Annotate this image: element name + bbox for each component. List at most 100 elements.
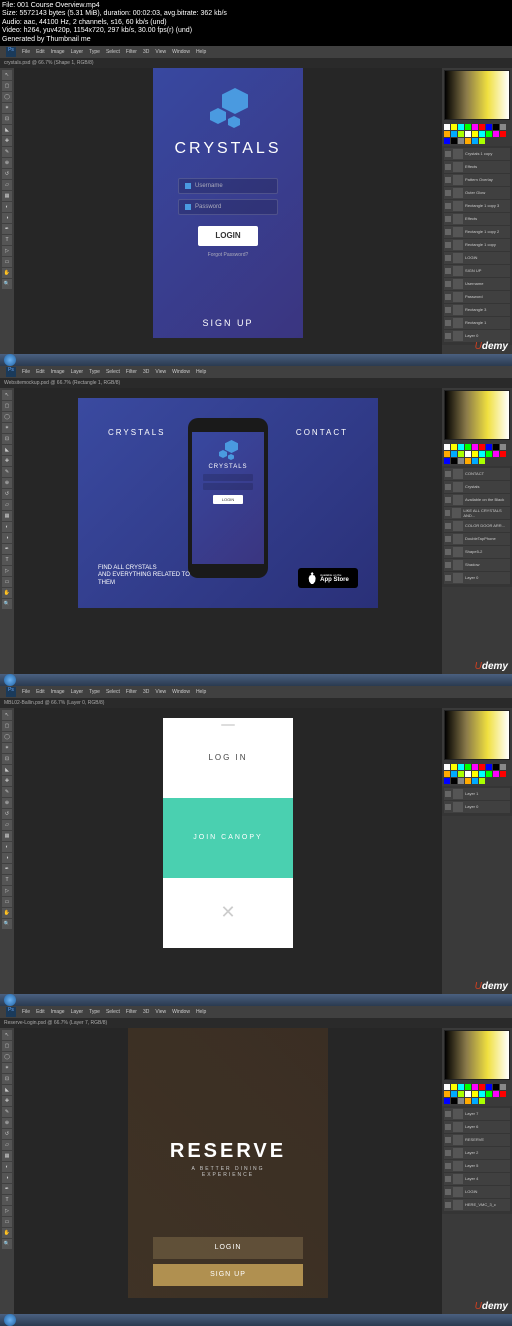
hand-tool-icon[interactable]: ✋ bbox=[2, 588, 12, 598]
menubar[interactable]: Ps FileEditImageLayerTypeSelectFilter3DV… bbox=[0, 1006, 512, 1018]
swatch-chip[interactable] bbox=[479, 771, 485, 777]
heal-tool-icon[interactable]: ✚ bbox=[2, 1096, 12, 1106]
swatch-chip[interactable] bbox=[493, 764, 499, 770]
swatch-chip[interactable] bbox=[465, 764, 471, 770]
swatch-chip[interactable] bbox=[472, 444, 478, 450]
menu-help[interactable]: Help bbox=[196, 689, 206, 695]
swatch-chip[interactable] bbox=[444, 1084, 450, 1090]
visibility-icon[interactable] bbox=[445, 791, 451, 797]
history-tool-icon[interactable]: ↺ bbox=[2, 489, 12, 499]
swatch-chip[interactable] bbox=[493, 124, 499, 130]
visibility-icon[interactable] bbox=[445, 333, 451, 339]
brush-tool-icon[interactable]: ✎ bbox=[2, 787, 12, 797]
menu-window[interactable]: Window bbox=[172, 369, 190, 375]
swatch-chip[interactable] bbox=[458, 764, 464, 770]
menu-file[interactable]: File bbox=[22, 689, 30, 695]
menu-window[interactable]: Window bbox=[172, 1009, 190, 1015]
menu-3d[interactable]: 3D bbox=[143, 689, 149, 695]
history-tool-icon[interactable]: ↺ bbox=[2, 809, 12, 819]
stamp-tool-icon[interactable]: ⊕ bbox=[2, 798, 12, 808]
gradient-tool-icon[interactable]: ▦ bbox=[2, 831, 12, 841]
swatch-chip[interactable] bbox=[458, 778, 464, 784]
eraser-tool-icon[interactable]: ▱ bbox=[2, 180, 12, 190]
menu-select[interactable]: Select bbox=[106, 689, 120, 695]
swatch-chip[interactable] bbox=[451, 771, 457, 777]
swatch-chip[interactable] bbox=[465, 451, 471, 457]
menu-filter[interactable]: Filter bbox=[126, 689, 137, 695]
visibility-icon[interactable] bbox=[445, 255, 451, 261]
swatch-chip[interactable] bbox=[479, 124, 485, 130]
menu-file[interactable]: File bbox=[22, 49, 30, 55]
menu-view[interactable]: View bbox=[155, 689, 166, 695]
visibility-icon[interactable] bbox=[445, 229, 451, 235]
menu-select[interactable]: Select bbox=[106, 49, 120, 55]
tool-palette[interactable]: ↖▢◯✶⊡◣✚✎⊕↺▱▦◐◑✒T▷▭✋🔍 bbox=[0, 708, 14, 994]
visibility-icon[interactable] bbox=[445, 1176, 451, 1182]
eyedropper-tool-icon[interactable]: ◣ bbox=[2, 765, 12, 775]
document-tab[interactable]: Reserve-Login.psd @ 66.7% (Layer 7, RGB/… bbox=[0, 1018, 512, 1028]
menu-filter[interactable]: Filter bbox=[126, 49, 137, 55]
path-tool-icon[interactable]: ▷ bbox=[2, 1206, 12, 1216]
canvas-area[interactable]: LOG IN JOIN CANOPY ✕ bbox=[14, 708, 442, 994]
lasso-tool-icon[interactable]: ◯ bbox=[2, 1052, 12, 1062]
shape-tool-icon[interactable]: ▭ bbox=[2, 897, 12, 907]
layer-row[interactable]: Rectangle 1 copy bbox=[444, 239, 510, 251]
shape-tool-icon[interactable]: ▭ bbox=[2, 257, 12, 267]
stamp-tool-icon[interactable]: ⊕ bbox=[2, 478, 12, 488]
swatch-chip[interactable] bbox=[444, 451, 450, 457]
swatch-chip[interactable] bbox=[465, 124, 471, 130]
layers-panel[interactable]: Crystals 1 copyEffectsPattern OverlayOut… bbox=[442, 146, 512, 345]
swatch-chip[interactable] bbox=[472, 124, 478, 130]
login-button[interactable]: LOGIN bbox=[198, 226, 258, 246]
close-icon[interactable]: ✕ bbox=[220, 902, 235, 923]
visibility-icon[interactable] bbox=[445, 510, 450, 516]
layer-row[interactable]: Effects bbox=[444, 213, 510, 225]
swatch-chip[interactable] bbox=[493, 1091, 499, 1097]
stamp-tool-icon[interactable]: ⊕ bbox=[2, 1118, 12, 1128]
menu-help[interactable]: Help bbox=[196, 369, 206, 375]
swatch-chip[interactable] bbox=[444, 131, 450, 137]
layer-row[interactable]: LOGIN bbox=[444, 252, 510, 264]
swatch-chip[interactable] bbox=[479, 764, 485, 770]
layer-row[interactable]: Password bbox=[444, 291, 510, 303]
document-tab[interactable]: MBL02-Ballin.psd @ 66.7% (Layer 0, RGB/8… bbox=[0, 698, 512, 708]
menu-filter[interactable]: Filter bbox=[126, 1009, 137, 1015]
menubar[interactable]: Ps FileEditImageLayerTypeSelectFilter3DV… bbox=[0, 686, 512, 698]
layers-panel[interactable]: Layer 1Layer 0 bbox=[442, 786, 512, 816]
layer-row[interactable]: Layer 1 bbox=[444, 788, 510, 800]
menu-select[interactable]: Select bbox=[106, 1009, 120, 1015]
menu-type[interactable]: Type bbox=[89, 49, 100, 55]
swatch-chip[interactable] bbox=[500, 771, 506, 777]
crop-tool-icon[interactable]: ⊡ bbox=[2, 1074, 12, 1084]
forgot-password-link[interactable]: Forgot Password? bbox=[208, 252, 249, 258]
swatch-chip[interactable] bbox=[486, 444, 492, 450]
zoom-tool-icon[interactable]: 🔍 bbox=[2, 1239, 12, 1249]
swatch-chip[interactable] bbox=[500, 764, 506, 770]
swatch-chip[interactable] bbox=[493, 771, 499, 777]
marquee-tool-icon[interactable]: ▢ bbox=[2, 81, 12, 91]
swatch-chip[interactable] bbox=[472, 1084, 478, 1090]
layer-row[interactable]: Rectangle 3 bbox=[444, 304, 510, 316]
color-picker[interactable] bbox=[444, 710, 510, 760]
swatch-chip[interactable] bbox=[444, 138, 450, 144]
swatch-chip[interactable] bbox=[493, 451, 499, 457]
crop-tool-icon[interactable]: ⊡ bbox=[2, 434, 12, 444]
blur-tool-icon[interactable]: ◐ bbox=[2, 522, 12, 532]
stamp-tool-icon[interactable]: ⊕ bbox=[2, 158, 12, 168]
swatch-chip[interactable] bbox=[451, 451, 457, 457]
swatch-chip[interactable] bbox=[451, 458, 457, 464]
visibility-icon[interactable] bbox=[445, 294, 451, 300]
canopy-login-section[interactable]: LOG IN bbox=[163, 718, 293, 798]
visibility-icon[interactable] bbox=[445, 1163, 451, 1169]
visibility-icon[interactable] bbox=[445, 562, 451, 568]
hand-tool-icon[interactable]: ✋ bbox=[2, 1228, 12, 1238]
brush-tool-icon[interactable]: ✎ bbox=[2, 1107, 12, 1117]
heal-tool-icon[interactable]: ✚ bbox=[2, 136, 12, 146]
layer-row[interactable]: CONTACT bbox=[444, 468, 510, 480]
tool-palette[interactable]: ↖▢◯✶⊡◣✚✎⊕↺▱▦◐◑✒T▷▭✋🔍 bbox=[0, 388, 14, 674]
move-tool-icon[interactable]: ↖ bbox=[2, 1030, 12, 1040]
menu-help[interactable]: Help bbox=[196, 49, 206, 55]
swatch-chip[interactable] bbox=[472, 458, 478, 464]
swatch-chip[interactable] bbox=[500, 124, 506, 130]
swatch-chip[interactable] bbox=[465, 444, 471, 450]
